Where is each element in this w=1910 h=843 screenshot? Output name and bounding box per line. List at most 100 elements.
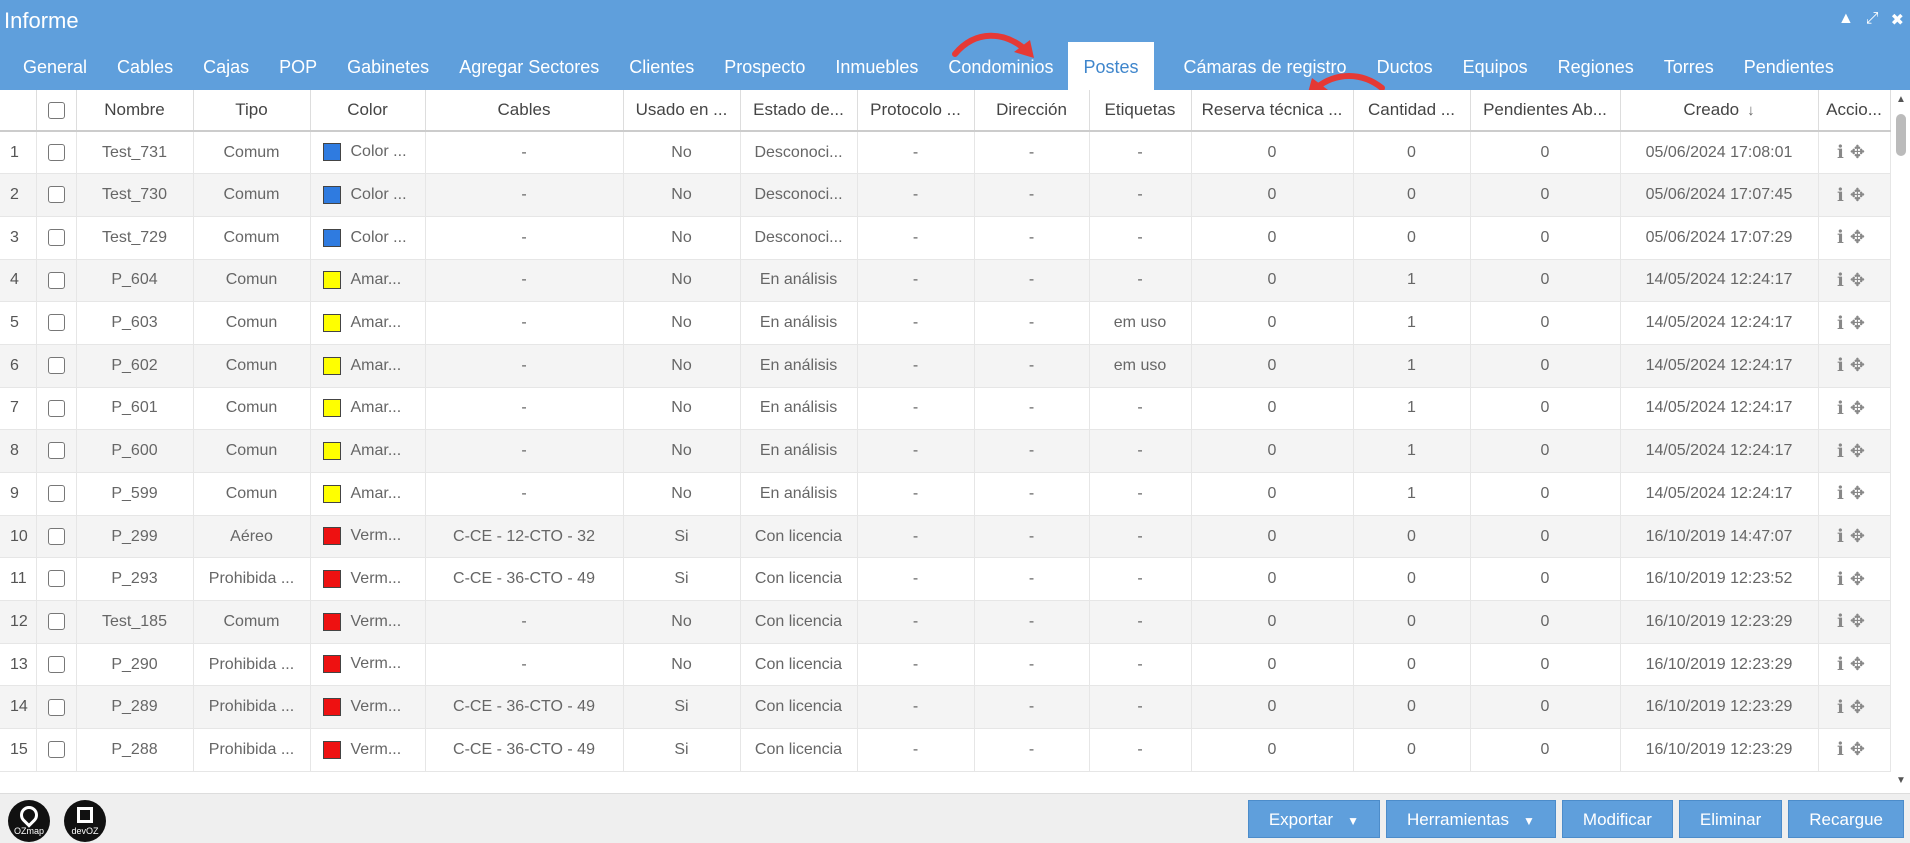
tab-clientes[interactable]: Clientes bbox=[614, 42, 709, 90]
table-row[interactable]: 10 P_299 Aéreo Verm... C-CE - 12-CTO - 32 Si C… bbox=[0, 515, 1891, 559]
info-icon[interactable]: ℹ bbox=[1837, 441, 1850, 461]
table-row[interactable]: 8 P_600 Comun Amar... - No En análisis - - -0 1 0 14… bbox=[0, 429, 1891, 473]
select-all-checkbox[interactable] bbox=[47, 102, 65, 120]
table-row[interactable]: 5 P_603 Comun Amar... - No En análisis - - em uso… bbox=[0, 301, 1891, 345]
scroll-down-icon[interactable]: ▼ bbox=[1896, 775, 1906, 786]
row-checkbox[interactable] bbox=[47, 228, 65, 246]
tab-inmuebles[interactable]: Inmuebles bbox=[820, 42, 933, 90]
move-icon[interactable]: ✥ bbox=[1850, 697, 1871, 717]
column-header-accio[interactable]: Accio... bbox=[1818, 90, 1891, 132]
info-icon[interactable]: ℹ bbox=[1837, 313, 1850, 333]
move-icon[interactable]: ✥ bbox=[1850, 142, 1871, 162]
dropdown-caret-icon[interactable]: ▼ bbox=[1523, 802, 1535, 840]
info-icon[interactable]: ℹ bbox=[1837, 142, 1850, 162]
info-icon[interactable]: ℹ bbox=[1837, 611, 1850, 631]
info-icon[interactable]: ℹ bbox=[1837, 227, 1850, 247]
column-header-nombre[interactable]: Nombre bbox=[76, 90, 194, 132]
table-row[interactable]: 11 P_293 Prohibida ... Verm... C-CE - 36-CTO… bbox=[0, 557, 1891, 602]
row-checkbox[interactable] bbox=[47, 186, 65, 204]
column-header-estado-de[interactable]: Estado de... bbox=[740, 90, 858, 132]
row-checkbox[interactable] bbox=[47, 399, 65, 417]
move-icon[interactable]: ✥ bbox=[1850, 270, 1871, 290]
row-checkbox[interactable] bbox=[47, 527, 65, 545]
info-icon[interactable]: ℹ bbox=[1837, 526, 1850, 546]
info-icon[interactable]: ℹ bbox=[1837, 185, 1850, 205]
move-icon[interactable]: ✥ bbox=[1850, 441, 1871, 461]
maximize-icon[interactable]: ⤢ bbox=[1866, 10, 1879, 30]
column-header-etiquetas[interactable]: Etiquetas bbox=[1089, 90, 1192, 132]
tab-gabinetes[interactable]: Gabinetes bbox=[332, 42, 444, 90]
tab-pendientes[interactable]: Pendientes bbox=[1729, 42, 1849, 90]
dropdown-caret-icon[interactable]: ▼ bbox=[1347, 802, 1359, 840]
info-icon[interactable]: ℹ bbox=[1837, 483, 1850, 503]
row-checkbox[interactable] bbox=[47, 570, 65, 588]
column-header-creado[interactable]: Creado ↓ bbox=[1620, 90, 1819, 132]
scroll-up-icon[interactable]: ▲ bbox=[1896, 94, 1906, 105]
row-checkbox[interactable] bbox=[47, 271, 65, 289]
move-icon[interactable]: ✥ bbox=[1850, 654, 1871, 674]
column-header-tipo[interactable]: Tipo bbox=[193, 90, 311, 132]
move-icon[interactable]: ✥ bbox=[1850, 611, 1871, 631]
column-header-cantidad[interactable]: Cantidad ... bbox=[1353, 90, 1471, 132]
row-checkbox[interactable] bbox=[47, 655, 65, 673]
column-header-direccion[interactable]: Dirección bbox=[974, 90, 1090, 132]
vertical-scrollbar[interactable]: ▲ ▼ bbox=[1892, 90, 1910, 793]
table-row[interactable]: 1 Test_731 Comum Color ... - No Desconoci... - -… bbox=[0, 131, 1891, 175]
column-header-pendientes-ab[interactable]: Pendientes Ab... bbox=[1470, 90, 1621, 132]
exportar-button[interactable]: Exportar ▼ bbox=[1247, 800, 1380, 840]
table-row[interactable]: 4 P_604 Comun Amar... - No En análisis - - -0 1 0 14… bbox=[0, 259, 1891, 303]
move-icon[interactable]: ✥ bbox=[1850, 185, 1871, 205]
move-icon[interactable]: ✥ bbox=[1850, 313, 1871, 333]
column-header-color[interactable]: Color bbox=[310, 90, 426, 132]
tab-general[interactable]: General bbox=[8, 42, 102, 90]
move-icon[interactable]: ✥ bbox=[1850, 483, 1871, 503]
tab-condominios[interactable]: Condominios bbox=[933, 42, 1068, 90]
move-icon[interactable]: ✥ bbox=[1850, 398, 1871, 418]
row-checkbox[interactable] bbox=[47, 741, 65, 759]
tab-agregar-sectores[interactable]: Agregar Sectores bbox=[444, 42, 614, 90]
column-header-cables[interactable]: Cables bbox=[425, 90, 624, 132]
move-icon[interactable]: ✥ bbox=[1850, 569, 1871, 589]
tab-torres[interactable]: Torres bbox=[1649, 42, 1729, 90]
collapse-icon[interactable]: ▲ bbox=[1838, 10, 1854, 30]
herramientas-button[interactable]: Herramientas ▼ bbox=[1385, 800, 1556, 840]
tab-equipos[interactable]: Equipos bbox=[1448, 42, 1543, 90]
recargue-button[interactable]: Recargue bbox=[1788, 800, 1904, 838]
table-row[interactable]: 15 P_288 Prohibida ... Verm... C-CE - 36-CTO… bbox=[0, 728, 1891, 772]
row-checkbox[interactable] bbox=[47, 698, 65, 716]
row-checkbox[interactable] bbox=[47, 442, 65, 460]
tab-cables[interactable]: Cables bbox=[102, 42, 188, 90]
row-checkbox[interactable] bbox=[47, 485, 65, 503]
table-row[interactable]: 6 P_602 Comun Amar... - No En análisis - - em uso… bbox=[0, 344, 1891, 388]
table-row[interactable]: 7 P_601 Comun Amar... - No En análisis - - -0 1 0 14… bbox=[0, 387, 1891, 431]
sort-desc-icon[interactable]: ↓ bbox=[1747, 102, 1755, 119]
move-icon[interactable]: ✥ bbox=[1850, 227, 1871, 247]
scrollbar-thumb[interactable] bbox=[1896, 114, 1906, 156]
row-checkbox[interactable] bbox=[47, 314, 65, 332]
row-checkbox[interactable] bbox=[47, 357, 65, 375]
tab-prospecto[interactable]: Prospecto bbox=[709, 42, 820, 90]
info-icon[interactable]: ℹ bbox=[1837, 739, 1850, 759]
tab-ductos[interactable]: Ductos bbox=[1362, 42, 1448, 90]
move-icon[interactable]: ✥ bbox=[1850, 526, 1871, 546]
eliminar-button[interactable]: Eliminar bbox=[1678, 800, 1783, 838]
close-icon[interactable]: ✖ bbox=[1891, 10, 1904, 30]
info-icon[interactable]: ℹ bbox=[1837, 270, 1850, 290]
row-checkbox[interactable] bbox=[47, 613, 65, 631]
row-checkbox[interactable] bbox=[47, 143, 65, 161]
info-icon[interactable]: ℹ bbox=[1837, 654, 1850, 674]
info-icon[interactable]: ℹ bbox=[1837, 398, 1850, 418]
table-row[interactable]: 9 P_599 Comun Amar... - No En análisis - - -0 1 0 14… bbox=[0, 472, 1891, 516]
column-header-usado-en[interactable]: Usado en ... bbox=[623, 90, 741, 132]
table-row[interactable]: 13 P_290 Prohibida ... Verm... - No Con licenc… bbox=[0, 643, 1891, 687]
info-icon[interactable]: ℹ bbox=[1837, 355, 1850, 375]
modificar-button[interactable]: Modificar bbox=[1561, 800, 1673, 838]
table-row[interactable]: 14 P_289 Prohibida ... Verm... C-CE - 36-CTO… bbox=[0, 685, 1891, 730]
move-icon[interactable]: ✥ bbox=[1850, 739, 1871, 759]
table-row[interactable]: 2 Test_730 Comum Color ... - No Desconoci... - -… bbox=[0, 173, 1891, 217]
move-icon[interactable]: ✥ bbox=[1850, 355, 1871, 375]
tab-pop[interactable]: POP bbox=[264, 42, 332, 90]
tab-cajas[interactable]: Cajas bbox=[188, 42, 264, 90]
table-row[interactable]: 3 Test_729 Comum Color ... - No Desconoci... - -… bbox=[0, 216, 1891, 260]
table-row[interactable]: 12 Test_185 Comum Verm... - No Con licencia - - -… bbox=[0, 600, 1891, 644]
